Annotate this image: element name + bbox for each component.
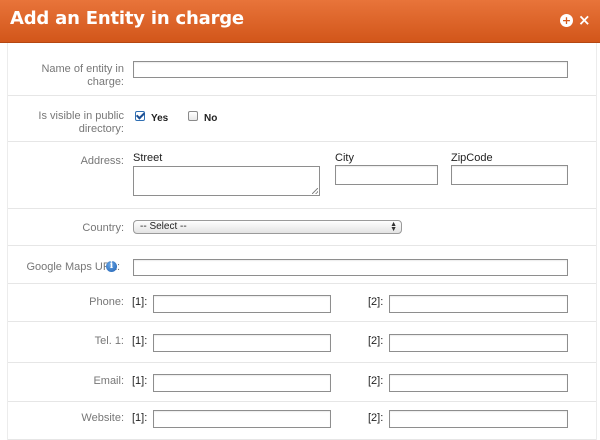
website-input-1[interactable] [153,410,331,428]
email-index-2: [2]: [368,375,384,387]
visible-label: Is visible in public directory: [38,110,124,135]
zip-label: ZipCode [451,152,493,164]
email-input-2[interactable] [389,374,568,392]
tel1-input-1[interactable] [153,334,331,352]
gmaps-label: Google Maps URL: [26,261,120,273]
visible-row: Is visible in public directory: Yes No [8,96,596,142]
website-label: Website: [81,412,124,424]
phone-index-2: [2]: [368,296,384,308]
phone-index-1: [1]: [132,296,148,308]
tel1-input-2[interactable] [389,334,568,352]
phone-label: Phone: [89,296,124,308]
street-textarea[interactable] [133,166,320,196]
dialog-header: Add an Entity in charge + × [0,0,600,43]
website-row: Website: [1]: [2]: [8,402,596,440]
add-entity-dialog: Add an Entity in charge + × Name of enti… [0,0,600,440]
address-label: Address: [80,155,124,167]
email-label: Email: [93,375,124,387]
phone-input-2[interactable] [389,295,568,313]
visible-yes-checkbox[interactable] [135,111,145,121]
website-input-2[interactable] [389,410,568,428]
plus-circle-icon[interactable]: + [560,14,573,27]
visible-no-label: No [204,113,218,124]
tel1-index-1: [1]: [132,335,148,347]
tel1-label: Tel. 1: [94,335,124,347]
visible-yes-label: Yes [151,113,169,124]
phone-row: Phone: [1]: [2]: [8,284,596,322]
city-label: City [335,152,354,164]
name-input[interactable] [133,61,568,78]
name-label: Name of entity in charge: [41,63,124,88]
website-index-1: [1]: [132,412,148,424]
country-row: Country: -- Select -- ▲ ▼ [8,209,596,246]
gmaps-input[interactable] [133,259,568,276]
website-index-2: [2]: [368,412,384,424]
tel1-row: Tel. 1: [1]: [2]: [8,322,596,363]
tel1-index-2: [2]: [368,335,384,347]
gmaps-row: Google Maps URL: i [8,246,596,284]
street-label: Street [133,152,163,164]
entity-form: Name of entity in charge: Is visible in … [7,43,597,440]
email-input-1[interactable] [153,374,331,392]
chevron-updown-icon: ▲ ▼ [390,221,397,233]
address-row: Address: Street City ZipCode [8,142,596,209]
email-row: Email: [1]: [2]: [8,363,596,402]
visible-no-checkbox[interactable] [188,111,198,121]
zip-input[interactable] [451,165,568,185]
close-icon[interactable]: × [578,11,591,29]
dialog-title: Add an Entity in charge [10,8,244,29]
name-row: Name of entity in charge: [8,43,596,96]
country-select[interactable]: -- Select -- ▲ ▼ [133,220,402,234]
phone-input-1[interactable] [153,295,331,313]
city-input[interactable] [335,165,438,185]
resize-grip-icon[interactable] [312,188,318,194]
info-icon[interactable]: i [106,261,117,272]
country-select-value: -- Select -- [140,221,187,232]
country-label: Country: [82,222,124,234]
email-index-1: [1]: [132,375,148,387]
